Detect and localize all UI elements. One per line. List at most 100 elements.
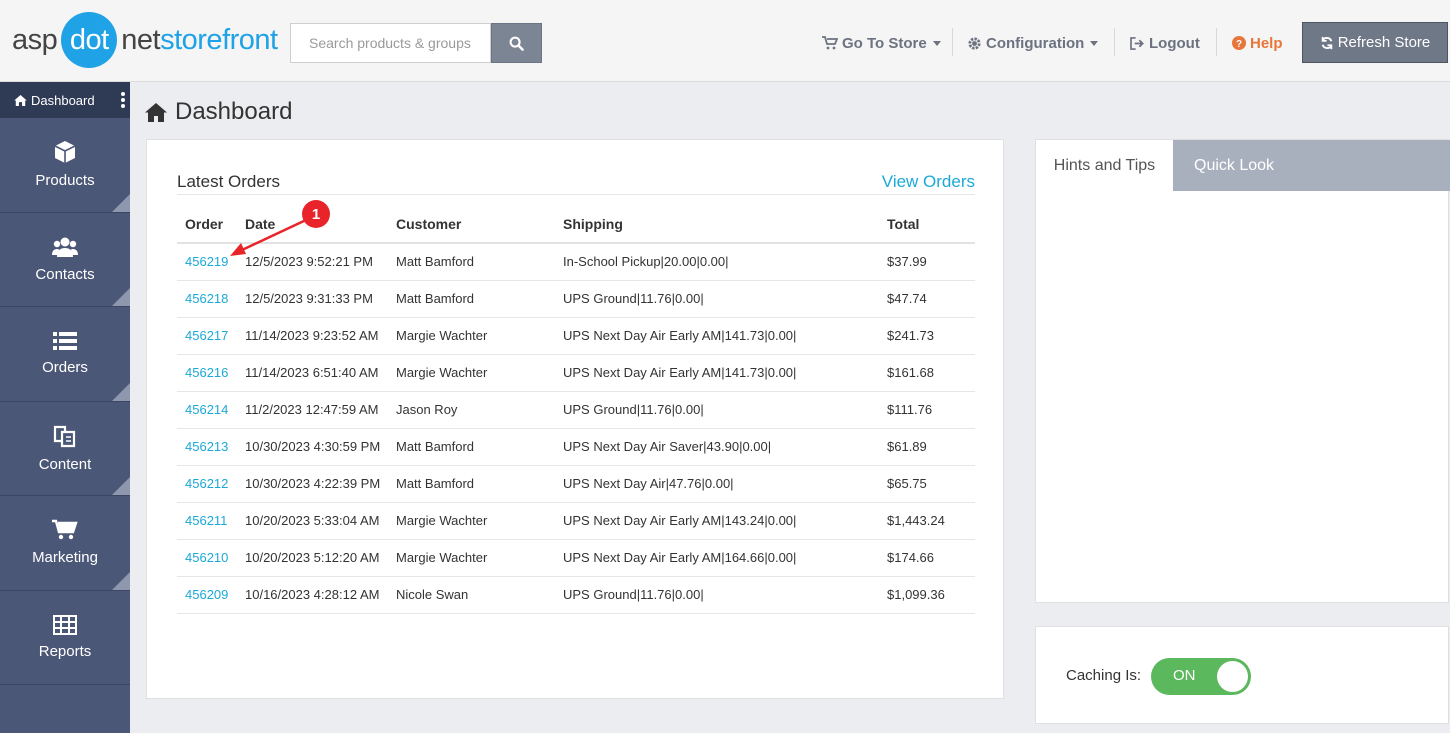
table-row: 456216 11/14/2023 6:51:40 AM Margie Wachte… [177,354,975,392]
order-total: $174.66 [879,539,975,577]
sidebar-item-label: Content [38,455,92,473]
refresh-store-button[interactable]: Refresh Store [1302,22,1448,63]
table-icon [53,614,77,635]
expand-corner [112,288,130,306]
order-date: 11/14/2023 6:51:40 AM [237,354,388,392]
home-icon [145,102,167,122]
order-shipping: UPS Ground|11.76|0.00| [555,280,879,318]
tab-hints-and-tips[interactable]: Hints and Tips [1036,140,1173,191]
order-number-link[interactable]: 456219 [177,243,237,281]
sidebar-item-reports[interactable]: Reports [0,591,130,685]
logout-label: Logout [1149,34,1200,52]
order-customer: Matt Bamford [388,243,555,281]
orders-table: Order Date Customer Shipping Total 45621… [177,206,975,614]
expand-corner [112,382,130,401]
nav-divider [952,28,953,56]
logo-text-asp: asp [12,23,58,56]
top-header: asp dot net storefront Go To Store Confi… [0,0,1450,82]
order-shipping: UPS Ground|11.76|0.00| [555,391,879,429]
order-total: $47.74 [879,280,975,318]
order-customer: Margie Wachter [388,354,555,392]
order-customer: Margie Wachter [388,502,555,540]
go-to-store-menu[interactable]: Go To Store [822,30,941,56]
view-orders-link[interactable]: View Orders [882,172,975,192]
order-number-link[interactable]: 456212 [177,465,237,503]
gear-icon [967,36,982,51]
order-number-link[interactable]: 456214 [177,391,237,429]
sidebar-item-label: Reports [38,642,92,660]
order-number-link[interactable]: 456213 [177,428,237,466]
logo-text-storefront: storefront [160,23,278,56]
logo[interactable]: asp dot net storefront [12,12,278,68]
sidebar-item-marketing[interactable]: Marketing [0,496,130,591]
order-customer: Matt Bamford [388,465,555,503]
chevron-down-icon [932,40,941,46]
column-header-total: Total [879,206,975,244]
tab-quick-look[interactable]: Quick Look [1173,140,1450,191]
sidebar-item-products[interactable]: Products [0,118,130,213]
sidebar-item-label: Contacts [35,265,95,283]
cube-icon [54,141,76,164]
sidebar-item-content[interactable]: Content [0,402,130,496]
search-button[interactable] [491,23,542,63]
table-row: 456213 10/30/2023 4:30:59 PM Matt Bamford U… [177,428,975,466]
configuration-menu[interactable]: Configuration [967,30,1099,56]
order-customer: Margie Wachter [388,317,555,355]
search-icon [509,36,524,51]
order-date: 10/30/2023 4:30:59 PM [237,428,388,466]
sidebar-item-dashboard[interactable]: Dashboard [0,82,130,118]
refresh-icon [1321,36,1333,49]
order-date: 11/2/2023 12:47:59 AM [237,391,388,429]
svg-text:?: ? [1236,39,1242,50]
users-icon [52,237,78,257]
column-header-shipping: Shipping [555,206,879,244]
copy-icon [53,425,76,447]
search-input[interactable] [290,23,491,63]
order-customer: Nicole Swan [388,576,555,614]
order-number-link[interactable]: 456216 [177,354,237,392]
logo-circle-dot: dot [61,12,118,68]
caching-toggle[interactable]: ON [1151,658,1251,695]
order-number-link[interactable]: 456218 [177,280,237,318]
chevron-down-icon [1090,40,1099,46]
order-customer: Margie Wachter [388,539,555,577]
order-date: 10/30/2023 4:22:39 PM [237,465,388,503]
table-row: 456210 10/20/2023 5:12:20 AM Margie Wachte… [177,539,975,577]
home-icon [14,94,27,106]
order-total: $241.73 [879,317,975,355]
column-header-order: Order [177,206,237,244]
order-number-link[interactable]: 456217 [177,317,237,355]
refresh-store-label: Refresh Store [1337,34,1431,51]
go-to-store-label: Go To Store [842,34,927,52]
sign-out-icon [1130,36,1145,50]
order-number-link[interactable]: 456209 [177,576,237,614]
order-customer: Jason Roy [388,391,555,429]
column-header-customer: Customer [388,206,555,244]
sidebar-item-orders[interactable]: Orders [0,307,130,402]
order-total: $1,099.36 [879,576,975,614]
expand-corner [112,193,130,212]
order-shipping: In-School Pickup|20.00|0.00| [555,243,879,281]
search-bar [290,23,542,63]
list-icon [53,332,77,351]
table-row: 456211 10/20/2023 5:33:04 AM Margie Wachte… [177,502,975,540]
logout-link[interactable]: Logout [1130,30,1200,56]
sidebar-item-label: Products [35,172,95,190]
cart-icon [52,520,78,540]
table-row: 456209 10/16/2023 4:28:12 AM Nicole Swan UP… [177,576,975,614]
sidebar-item-contacts[interactable]: Contacts [0,213,130,307]
order-total: $61.89 [879,428,975,466]
annotation-badge: 1 [302,200,330,228]
order-total: $111.76 [879,391,975,429]
more-vertical-icon[interactable] [121,92,125,110]
sidebar-item-label: Orders [42,359,88,377]
latest-orders-header: Latest Orders View Orders [177,172,975,195]
order-number-link[interactable]: 456211 [177,502,237,540]
latest-orders-title: Latest Orders [177,172,280,191]
page-title-text: Dashboard [175,98,293,125]
help-link[interactable]: ? Help [1232,30,1283,56]
sidebar-item-label: Marketing [32,549,98,567]
sidebar-dashboard-label: Dashboard [31,92,95,108]
order-shipping: UPS Next Day Air Early AM|141.73|0.00| [555,354,879,392]
order-number-link[interactable]: 456210 [177,539,237,577]
